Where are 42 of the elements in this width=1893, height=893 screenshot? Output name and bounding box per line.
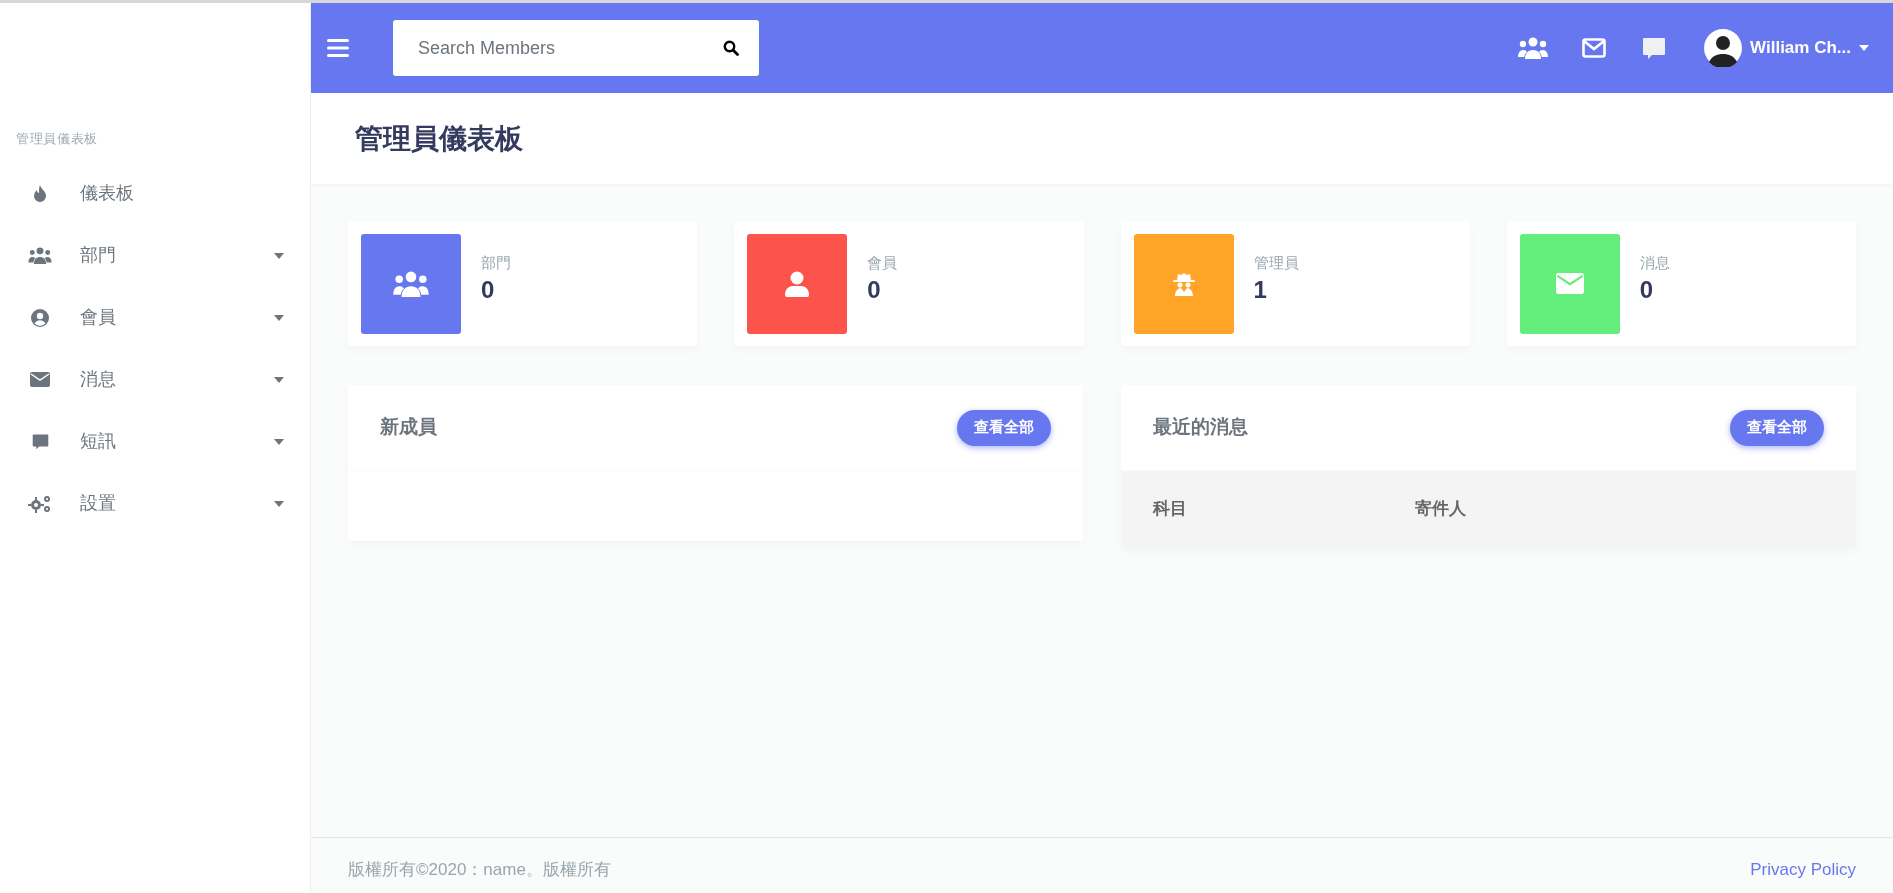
sidebar-section-label: 管理員儀表板 (15, 130, 99, 148)
stat-label: 會員 (867, 253, 898, 274)
stat-value: 0 (1639, 274, 1655, 305)
spy-icon (1172, 271, 1195, 296)
menu-icon[interactable] (327, 39, 349, 57)
sidebar-item[interactable]: 會員 (0, 286, 310, 349)
panel-title: 新成員 (380, 415, 437, 440)
user-menu[interactable]: William Ch... (1704, 29, 1869, 67)
sidebar-item[interactable]: 部門 (0, 224, 310, 287)
column-header: 寄件人 (1415, 498, 1467, 521)
search-icon[interactable] (723, 40, 739, 56)
sidebar-item[interactable]: 設置 (0, 472, 310, 535)
panel-title: 最近的消息 (1153, 415, 1248, 440)
user-name: William Ch... (1750, 37, 1851, 60)
view-all-button[interactable]: 查看全部 (1730, 409, 1824, 446)
sidebar-item[interactable]: 儀表板 (0, 162, 310, 225)
mail-icon (1555, 273, 1584, 294)
caret-icon (1859, 45, 1869, 51)
mail-icon[interactable] (1582, 38, 1607, 58)
privacy-policy-link[interactable]: Privacy Policy (1750, 856, 1856, 883)
copyright-text: 版權所有©2020：name。版權所有 (348, 858, 611, 881)
stat-label: 管理員 (1253, 253, 1299, 274)
chat-icon (31, 433, 49, 450)
stat-label: 部門 (481, 253, 511, 274)
avatar-icon (1704, 29, 1743, 67)
page-title: 管理員儀表板 (355, 121, 523, 156)
stat-label: 消息 (1639, 253, 1670, 274)
sidebar-item[interactable]: 消息 (0, 348, 310, 411)
users-icon (393, 270, 429, 297)
column-header: 科目 (1153, 498, 1188, 521)
user-circle-icon (31, 308, 49, 327)
sidebar-item[interactable]: 短訊 (0, 410, 310, 473)
users-icon[interactable] (1518, 37, 1549, 59)
chat-icon[interactable] (1642, 36, 1667, 60)
view-all-button[interactable]: 查看全部 (957, 409, 1051, 446)
stat-value: 1 (1253, 274, 1268, 305)
fire-icon (33, 184, 47, 203)
stat-value: 0 (867, 274, 882, 305)
user-icon (785, 270, 810, 297)
users-icon (28, 247, 52, 264)
mail-icon (30, 372, 50, 387)
stat-value: 0 (481, 274, 496, 305)
